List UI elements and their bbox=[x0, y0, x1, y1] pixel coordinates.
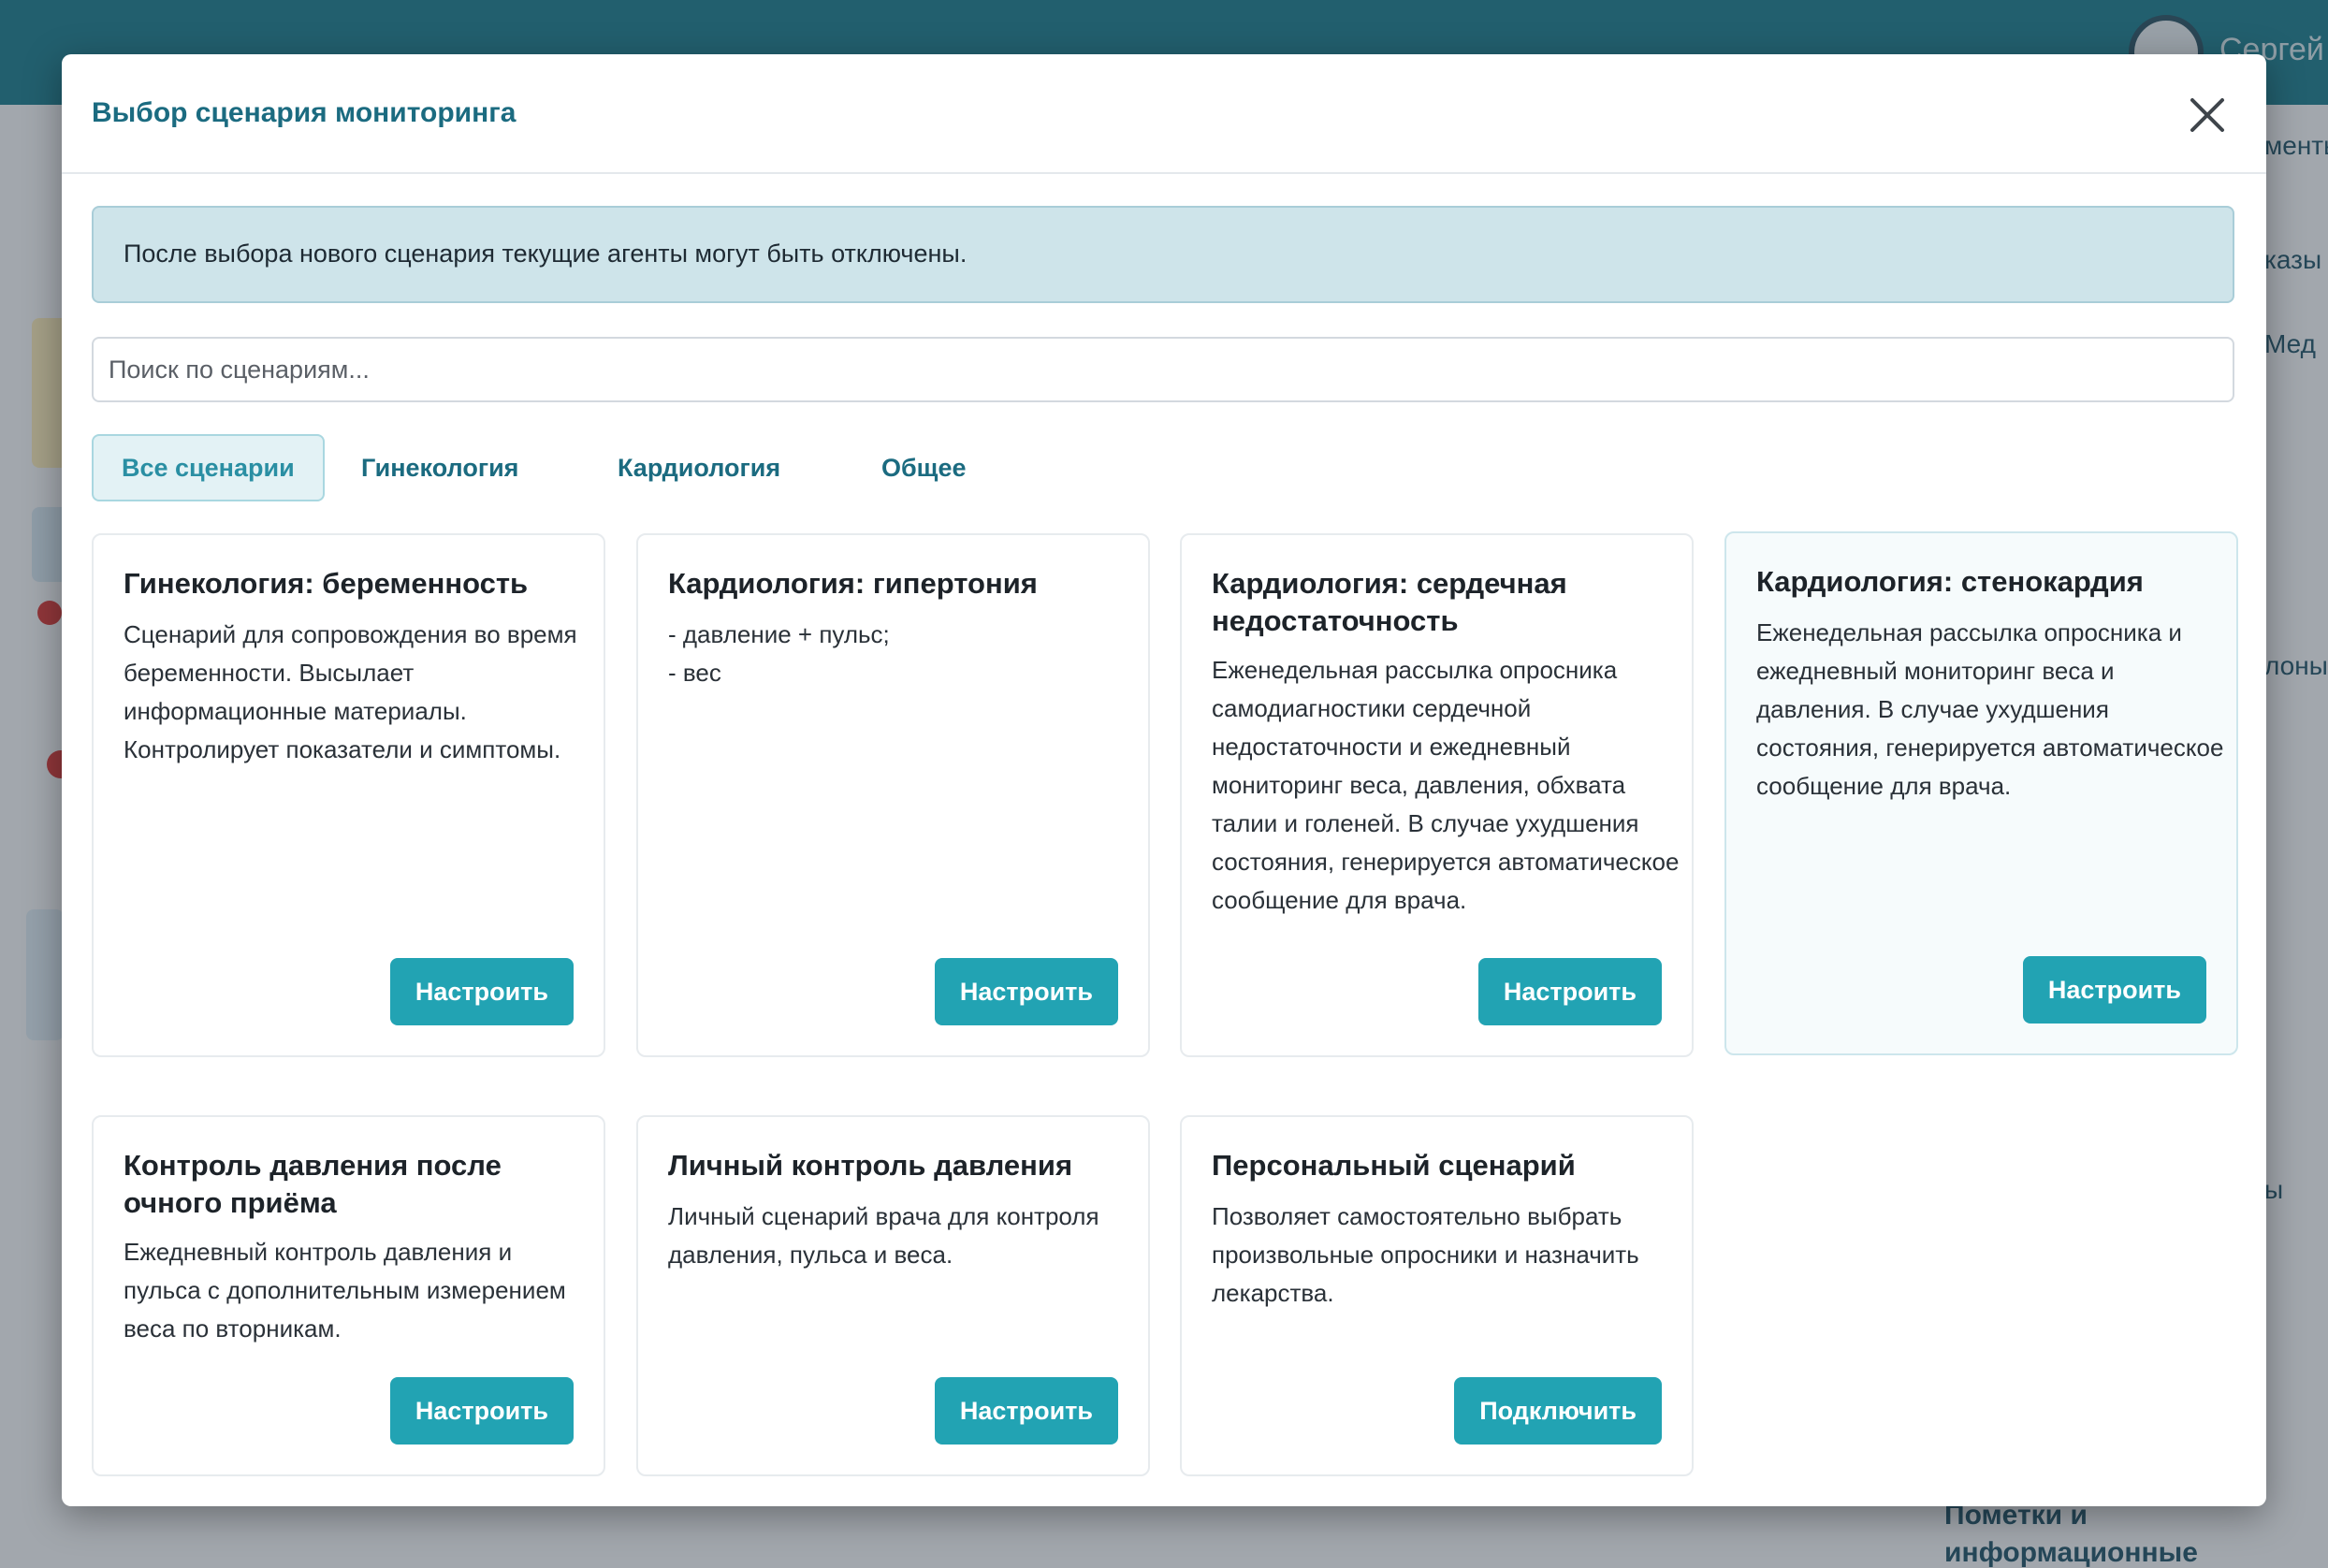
scenario-card: Контроль давления после очного приёма Еж… bbox=[92, 1115, 605, 1476]
info-alert: После выбора нового сценария текущие аге… bbox=[92, 206, 2234, 303]
modal-header: Выбор сценария мониторинга bbox=[62, 54, 2266, 174]
card-description: Личный сценарий врача для контроля давле… bbox=[668, 1202, 1099, 1269]
connect-button[interactable]: Подключить bbox=[1454, 1377, 1662, 1445]
configure-button[interactable]: Настроить bbox=[389, 1377, 574, 1445]
scenario-card: Кардиология: гипертония - давление + пул… bbox=[636, 533, 1150, 1057]
scenario-card: Кардиология: стенокардия Еженедельная ра… bbox=[1724, 531, 2238, 1055]
configure-button[interactable]: Настроить bbox=[1477, 958, 1662, 1025]
close-icon bbox=[2190, 98, 2224, 132]
modal-title: Выбор сценария мониторинга bbox=[92, 97, 517, 128]
configure-button[interactable]: Настроить bbox=[2022, 956, 2206, 1024]
card-description: Позволяет самостоятельно выбрать произво… bbox=[1212, 1202, 1639, 1307]
scenario-card: Личный контроль давления Личный сценарий… bbox=[636, 1115, 1150, 1476]
tab-all-scenarios[interactable]: Все сценарии bbox=[92, 434, 325, 501]
card-description: Еженедельная рассылка опросника и ежедне… bbox=[1756, 618, 2224, 800]
search-input[interactable] bbox=[92, 337, 2234, 402]
card-title: Контроль давления после очного приёма bbox=[124, 1149, 502, 1219]
card-description: Сценарий для сопровождения во время бере… bbox=[124, 620, 577, 763]
scenario-card: Кардиология: сердечная недостаточность Е… bbox=[1180, 533, 1694, 1057]
tab-gynecology[interactable]: Гинекология bbox=[361, 434, 518, 501]
card-title: Персональный сценарий bbox=[1212, 1149, 1576, 1182]
scenario-card: Персональный сценарий Позволяет самостоя… bbox=[1180, 1115, 1694, 1476]
scenario-modal: Выбор сценария мониторинга После выбора … bbox=[62, 54, 2266, 1506]
card-title: Личный контроль давления bbox=[668, 1149, 1073, 1182]
card-title: Кардиология: стенокардия bbox=[1756, 565, 2144, 598]
card-description: Еженедельная рассылка опросника самодиаг… bbox=[1212, 656, 1680, 914]
alert-text: После выбора нового сценария текущие аге… bbox=[124, 240, 968, 268]
card-title: Гинекология: беременность bbox=[124, 567, 529, 600]
configure-button[interactable]: Настроить bbox=[389, 958, 574, 1025]
configure-button[interactable]: Настроить bbox=[934, 1377, 1118, 1445]
card-title: Кардиология: сердечная недостаточность bbox=[1212, 567, 1567, 637]
tab-general[interactable]: Общее bbox=[881, 434, 967, 501]
card-description: - давление + пульс; - вес bbox=[668, 620, 890, 687]
tab-cardiology[interactable]: Кардиология bbox=[618, 434, 780, 501]
scenario-card: Гинекология: беременность Сценарий для с… bbox=[92, 533, 605, 1057]
card-description: Ежедневный контроль давления и пульса с … bbox=[124, 1238, 566, 1343]
card-title: Кардиология: гипертония bbox=[668, 567, 1038, 600]
configure-button[interactable]: Настроить bbox=[934, 958, 1118, 1025]
close-button[interactable] bbox=[2184, 92, 2231, 138]
